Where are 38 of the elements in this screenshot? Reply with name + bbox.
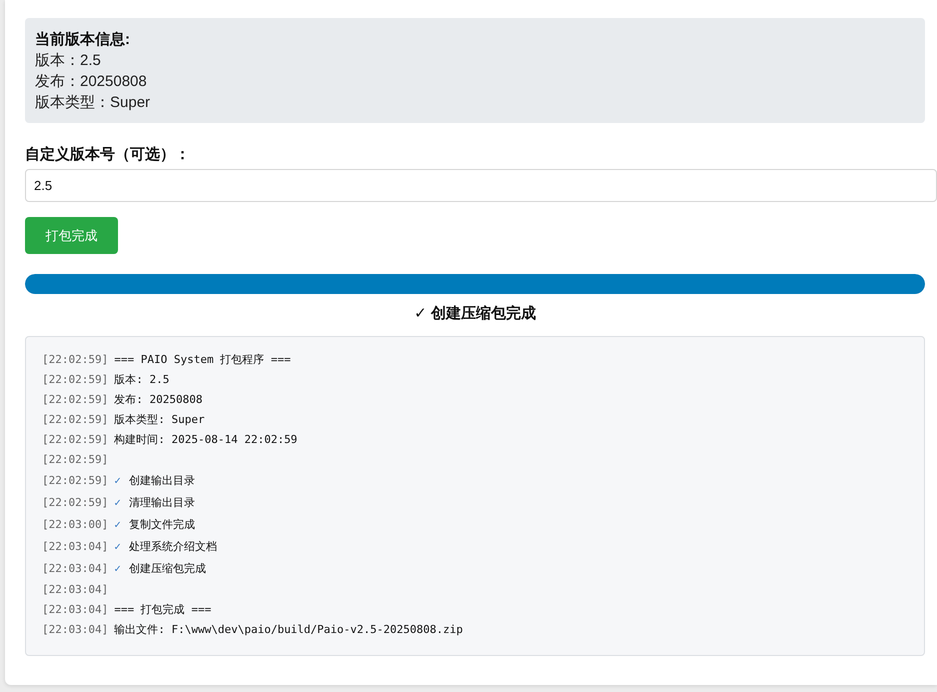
version-input[interactable]: 2.5 [25, 169, 937, 202]
log-message: 处理系统介绍文档 [128, 538, 217, 554]
log-time: [22:03:00] [42, 518, 108, 530]
info-line: 版本类型：Super [35, 93, 150, 113]
status-text: ✓ 创建压缩包完成 [414, 304, 536, 323]
log-time: [22:02:59] [42, 432, 108, 446]
log-message: 清理输出目录 [128, 494, 195, 510]
log-message: === PAIO System 打包程序 === [114, 352, 291, 366]
log-time: [22:03:04] [42, 602, 108, 616]
log-message: 输出文件: F:\www\dev\paio/build/Paio-v2.5-20250808.zip [114, 622, 463, 636]
info-title: 当前版本信息: [35, 30, 130, 50]
info-line: 版本：2.5 [35, 51, 101, 71]
log-message: 发布: 20250808 [114, 392, 202, 406]
log-message: === 打包完成 === [114, 602, 212, 616]
check-mark: ✓ [114, 496, 121, 508]
log-message: 版本: 2.5 [114, 372, 170, 386]
log-message: 创建输出目录 [128, 472, 195, 488]
check-mark: ✓ [114, 562, 121, 574]
log-message: 版本类型: Super [114, 412, 205, 426]
log-time: [22:03:04] [42, 622, 108, 636]
log-time: [22:02:59] [42, 474, 108, 486]
log-time: [22:02:59] [42, 352, 108, 366]
log-time: [22:03:04] [42, 540, 108, 552]
log-time: [22:02:59] [42, 412, 108, 426]
log-time: [22:02:59] [42, 452, 108, 466]
check-mark: ✓ [114, 474, 121, 486]
log-time: [22:03:04] [42, 582, 108, 596]
check-mark: ✓ [114, 518, 121, 530]
log-time: [22:03:04] [42, 562, 108, 574]
field-label: 自定义版本号（可选）： [25, 145, 190, 164]
log-time: [22:02:59] [42, 496, 108, 508]
check-mark: ✓ [114, 540, 121, 552]
log-time: [22:02:59] [42, 372, 108, 386]
info-line: 发布：20250808 [35, 72, 147, 92]
log-message: 复制文件完成 [128, 516, 195, 532]
log-time: [22:02:59] [42, 392, 108, 406]
log-message: 构建时间: 2025-08-14 22:02:59 [114, 432, 298, 446]
log-message: 创建压缩包完成 [128, 560, 206, 576]
